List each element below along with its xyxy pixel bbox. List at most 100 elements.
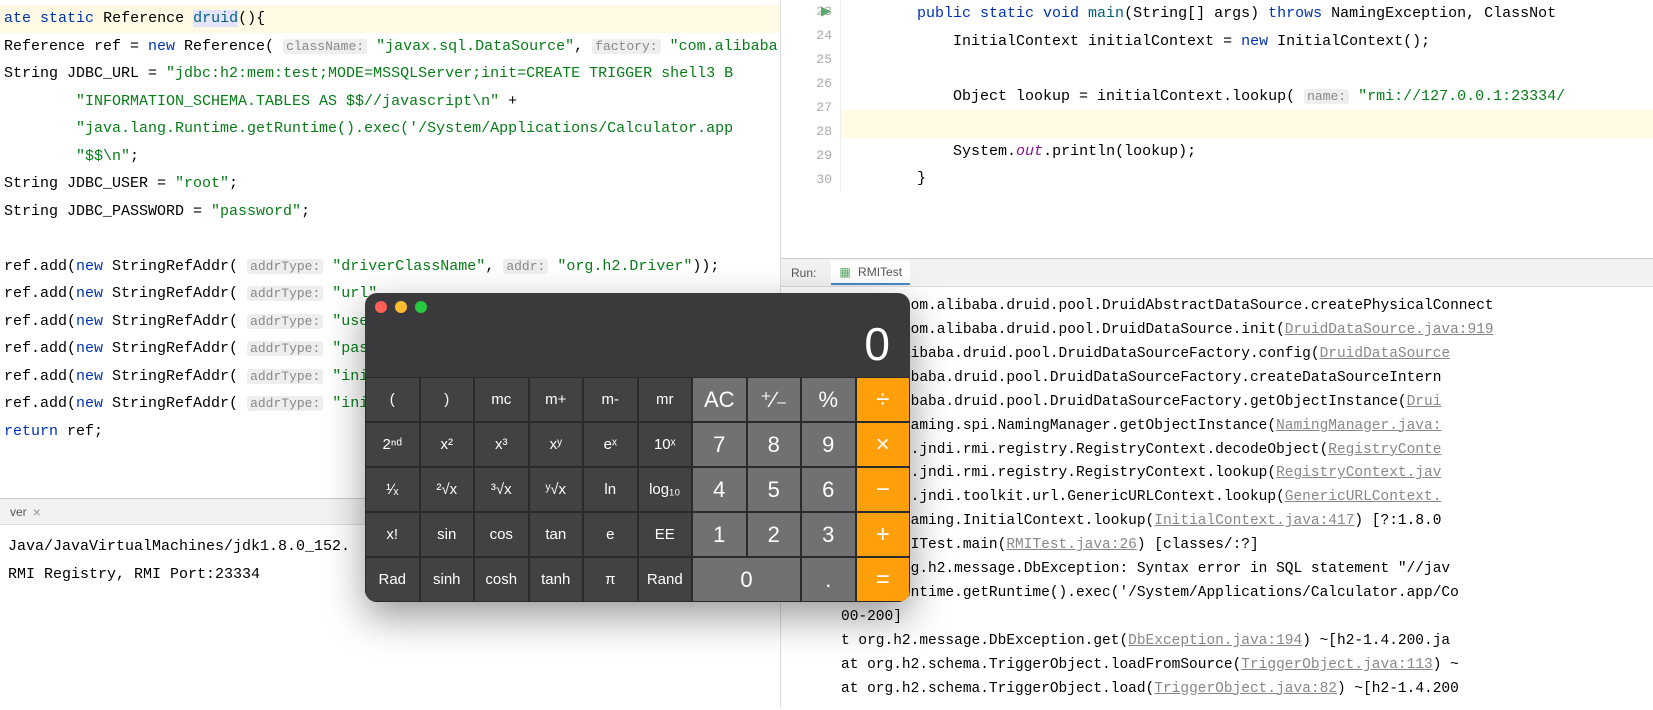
calc-key-[interactable]: ) <box>420 377 475 422</box>
method-name: druid <box>193 10 238 27</box>
calc-key-x[interactable]: ²√x <box>420 467 475 512</box>
line-number[interactable]: 27 <box>781 96 840 120</box>
calc-key-x[interactable]: xʸ <box>529 422 584 467</box>
line-number[interactable]: 24 <box>781 24 840 48</box>
calc-key-4[interactable]: 4 <box>692 467 747 512</box>
run-tab[interactable]: ▦ RMITest <box>831 261 910 285</box>
run-output[interactable]: at com.alibaba.druid.pool.DruidAbstractD… <box>841 287 1653 710</box>
calc-key-[interactable]: = <box>856 557 911 602</box>
calc-key-rad[interactable]: Rad <box>365 557 420 602</box>
calc-key-3[interactable]: 3 <box>801 512 856 557</box>
calc-key-9[interactable]: 9 <box>801 422 856 467</box>
calculator-window[interactable]: 0 ()mcm+m-mrAC⁺∕₋%÷ 2ⁿᵈx²x³xʸeˣ10ˣ789× ¹∕ₓ… <box>365 293 910 602</box>
calc-key-[interactable]: ¹∕ₓ <box>365 467 420 512</box>
calc-key-tanh[interactable]: tanh <box>529 557 584 602</box>
calc-key-[interactable]: . <box>801 557 856 602</box>
stack-link[interactable]: RegistryConte <box>1328 442 1441 458</box>
calculator-titlebar[interactable] <box>365 293 910 321</box>
calc-key-mr[interactable]: mr <box>638 377 693 422</box>
stack-link[interactable]: DbException.java:194 <box>1128 633 1302 649</box>
calc-key-10[interactable]: 10ˣ <box>638 422 693 467</box>
calc-key-x[interactable]: x³ <box>474 422 529 467</box>
calc-key-x[interactable]: ʸ√x <box>529 467 584 512</box>
calc-key-0[interactable]: 0 <box>692 557 801 602</box>
stack-link[interactable]: GenericURLContext. <box>1285 489 1442 505</box>
calc-key-1[interactable]: 1 <box>692 512 747 557</box>
line-number[interactable]: 23▶ <box>781 0 840 24</box>
stack-link[interactable]: RegistryContext.jav <box>1276 465 1441 481</box>
calc-key-5[interactable]: 5 <box>747 467 802 512</box>
calc-key-[interactable]: ⁺∕₋ <box>747 377 802 422</box>
stack-trace-line: t org.h2.message.DbException.get(DbExcep… <box>841 630 1653 654</box>
run-panel: Run: ▦ RMITest ▶ ↑ 🔧 ↓ at com.alibaba.dr… <box>781 258 1653 708</box>
stack-trace-line: at org.h2.schema.TriggerObject.load(Trig… <box>841 678 1653 702</box>
calc-key-e[interactable]: eˣ <box>583 422 638 467</box>
param-hint: factory: <box>592 39 660 54</box>
calc-key-e[interactable]: e <box>583 512 638 557</box>
calc-key-7[interactable]: 7 <box>692 422 747 467</box>
stack-link[interactable]: RMITest.java:26 <box>1006 537 1137 553</box>
calc-key-sin[interactable]: sin <box>420 512 475 557</box>
calc-key-[interactable]: % <box>801 377 856 422</box>
calc-key-2[interactable]: 2 <box>747 512 802 557</box>
calc-key-2[interactable]: 2ⁿᵈ <box>365 422 420 467</box>
calc-key-sinh[interactable]: sinh <box>420 557 475 602</box>
calc-key-rand[interactable]: Rand <box>638 557 693 602</box>
calc-key-6[interactable]: 6 <box>801 467 856 512</box>
close-window-button[interactable] <box>375 301 387 313</box>
calc-key-mc[interactable]: mc <box>474 377 529 422</box>
calc-key-[interactable]: ÷ <box>856 377 911 422</box>
line-number[interactable]: 26 <box>781 72 840 96</box>
run-icon[interactable]: ▶ <box>821 0 831 24</box>
calc-key-x[interactable]: ³√x <box>474 467 529 512</box>
stack-trace-line: at com.alibaba.druid.pool.DruidDataSourc… <box>841 319 1653 343</box>
calc-key-x[interactable]: x! <box>365 512 420 557</box>
line-gutter: 23▶ 24 25 26 27 28 29 30 <box>781 0 841 192</box>
stack-link[interactable]: NamingManager.java: <box>1276 418 1441 434</box>
calc-key-x[interactable]: x² <box>420 422 475 467</box>
stack-trace-line: .lang.Runtime.getRuntime().exec('/System… <box>841 582 1653 606</box>
calc-key-m[interactable]: m+ <box>529 377 584 422</box>
calc-key-m[interactable]: m- <box>583 377 638 422</box>
stack-link[interactable]: TriggerObject.java:113 <box>1241 657 1432 673</box>
calc-key-[interactable]: π <box>583 557 638 602</box>
keyword: static <box>40 10 94 27</box>
calc-key-cosh[interactable]: cosh <box>474 557 529 602</box>
calc-key-[interactable]: ( <box>365 377 420 422</box>
close-icon[interactable]: × <box>33 504 41 520</box>
maximize-window-button[interactable] <box>415 301 427 313</box>
stack-link[interactable]: DruidDataSource.java:919 <box>1285 322 1494 338</box>
calculator-display: 0 <box>365 321 910 377</box>
calc-key-[interactable]: + <box>856 512 911 557</box>
calc-key-8[interactable]: 8 <box>747 422 802 467</box>
calc-key-cos[interactable]: cos <box>474 512 529 557</box>
right-editor-pane: 23▶ 24 25 26 27 28 29 30 public static v… <box>780 0 1653 708</box>
line-number[interactable]: 30 <box>781 168 840 192</box>
run-header: Run: ▦ RMITest <box>781 259 1653 287</box>
stack-link[interactable]: TriggerObject.java:82 <box>1154 681 1337 697</box>
keyword: ate <box>4 10 31 27</box>
calc-key-log[interactable]: log₁₀ <box>638 467 693 512</box>
calc-key-ac[interactable]: AC <box>692 377 747 422</box>
stack-trace-line: com.sun.jndi.rmi.registry.RegistryContex… <box>841 439 1653 463</box>
code-editor-right[interactable]: public static void main(String[] args) t… <box>841 0 1653 225</box>
type: Reference <box>103 10 184 27</box>
param-hint: className: <box>283 39 367 54</box>
run-tab-label: RMITest <box>858 265 902 279</box>
stack-link[interactable]: Drui <box>1407 394 1442 410</box>
calc-key-ln[interactable]: ln <box>583 467 638 512</box>
line-number[interactable]: 28 <box>781 120 840 144</box>
minimize-window-button[interactable] <box>395 301 407 313</box>
calc-key-ee[interactable]: EE <box>638 512 693 557</box>
stack-trace-line: javax.naming.InitialContext.lookup(Initi… <box>841 510 1653 534</box>
calc-key-[interactable]: × <box>856 422 911 467</box>
calc-key-[interactable]: − <box>856 467 911 512</box>
stack-trace-line: at org.h2.schema.TriggerObject.loadFromS… <box>841 654 1653 678</box>
run-title: Run: <box>791 266 816 280</box>
console-tab[interactable]: ver × <box>0 500 51 524</box>
line-number[interactable]: 29 <box>781 144 840 168</box>
stack-link[interactable]: DruidDataSource <box>1320 346 1451 362</box>
calc-key-tan[interactable]: tan <box>529 512 584 557</box>
stack-link[interactable]: InitialContext.java:417 <box>1154 513 1354 529</box>
line-number[interactable]: 25 <box>781 48 840 72</box>
